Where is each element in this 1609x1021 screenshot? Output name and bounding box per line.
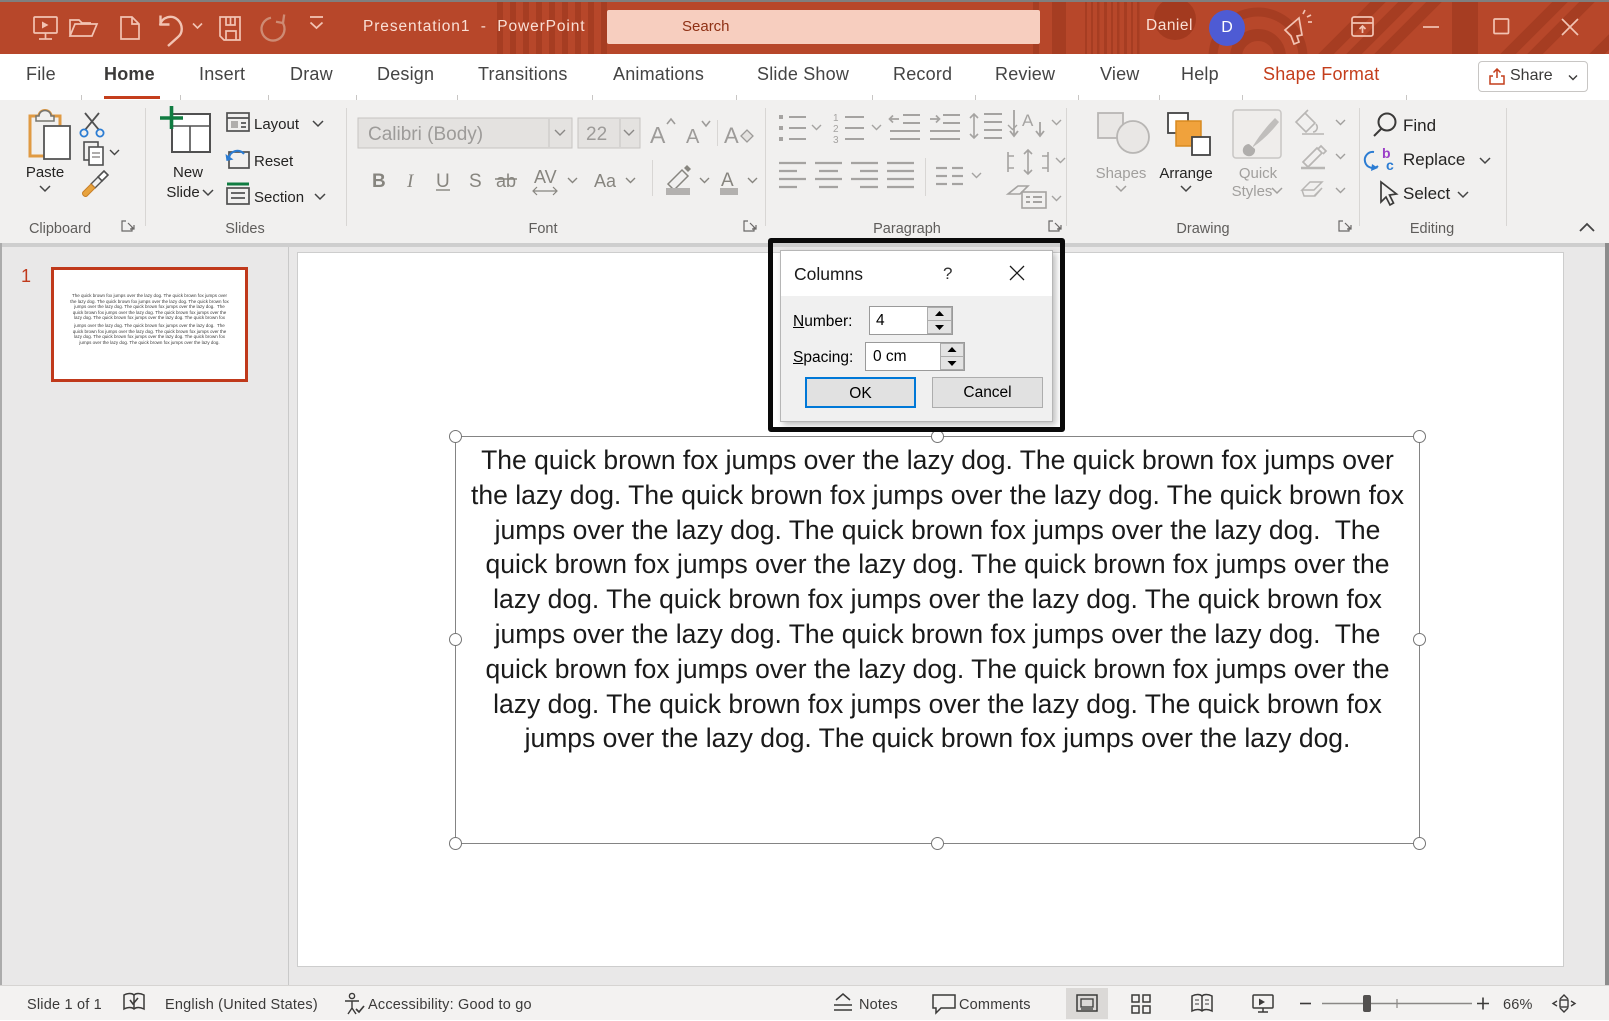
svg-text:AV: AV xyxy=(534,167,557,187)
svg-text:A: A xyxy=(724,123,739,148)
svg-text:Shapes: Shapes xyxy=(1096,165,1147,182)
svg-text:2: 2 xyxy=(833,124,839,135)
svg-text:A: A xyxy=(1022,111,1034,130)
svg-text:Font: Font xyxy=(528,221,557,237)
svg-text:c: c xyxy=(1386,157,1394,173)
svg-text:1: 1 xyxy=(833,113,839,124)
svg-text:Arrange: Arrange xyxy=(1159,165,1212,182)
svg-text:Replace: Replace xyxy=(1403,150,1465,169)
svg-text:Layout: Layout xyxy=(254,116,300,133)
svg-text:Select: Select xyxy=(1403,184,1451,203)
svg-text:Reset: Reset xyxy=(254,153,294,170)
svg-text:Paste: Paste xyxy=(26,164,64,181)
svg-text:B: B xyxy=(372,171,386,192)
svg-text:Quick: Quick xyxy=(1239,165,1278,182)
svg-text:Drawing: Drawing xyxy=(1176,221,1229,237)
svg-text:22: 22 xyxy=(586,124,607,145)
svg-text:Aa: Aa xyxy=(594,171,617,191)
svg-text:Calibri (Body): Calibri (Body) xyxy=(368,124,483,145)
svg-text:Slide: Slide xyxy=(166,184,199,201)
svg-text:A: A xyxy=(650,122,666,148)
svg-text:I: I xyxy=(406,171,415,192)
svg-text:New: New xyxy=(173,164,203,181)
svg-text:A: A xyxy=(686,126,700,148)
svg-text:Editing: Editing xyxy=(1410,221,1454,237)
svg-text:ab: ab xyxy=(496,171,516,191)
svg-text:Styles: Styles xyxy=(1232,183,1273,200)
svg-text:U: U xyxy=(436,171,450,192)
svg-text:Find: Find xyxy=(1403,116,1436,135)
svg-text:S: S xyxy=(469,171,482,192)
svg-text:A: A xyxy=(721,170,734,191)
svg-text:3: 3 xyxy=(833,135,839,146)
svg-text:Section: Section xyxy=(254,189,304,206)
svg-text:Paragraph: Paragraph xyxy=(873,221,941,237)
svg-text:Clipboard: Clipboard xyxy=(29,221,91,237)
svg-text:Slides: Slides xyxy=(225,221,265,237)
